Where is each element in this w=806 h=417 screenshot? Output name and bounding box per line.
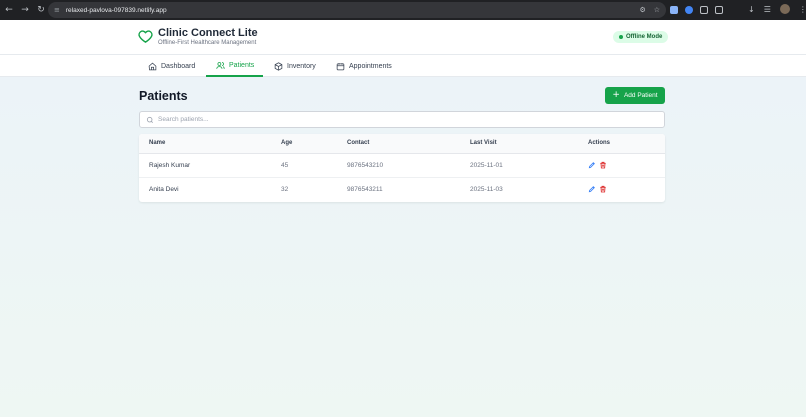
address-url[interactable]: relaxed-pavlova-097839.netlify.app bbox=[66, 7, 167, 14]
patient-age: 32 bbox=[281, 186, 289, 193]
table-row: Anita Devi 32 9876543211 2025-11-03 bbox=[139, 178, 665, 202]
column-header-actions: Actions bbox=[588, 140, 611, 146]
plus-icon: + bbox=[612, 90, 620, 100]
bookmark-star-icon[interactable]: ☆ bbox=[654, 6, 660, 14]
patients-table: Name Age Contact Last Visit Actions Raje… bbox=[139, 134, 665, 202]
edit-pencil-icon[interactable] bbox=[588, 185, 596, 193]
status-badge: Offline Mode bbox=[613, 31, 669, 43]
patient-name: Anita Devi bbox=[149, 186, 179, 193]
tab-appointments[interactable]: Appointments bbox=[336, 55, 406, 77]
patient-last-visit: 2025-11-01 bbox=[470, 162, 503, 169]
tab-dashboard[interactable]: Dashboard bbox=[148, 55, 204, 77]
patient-contact: 9876543211 bbox=[347, 186, 383, 193]
heart-icon bbox=[138, 30, 153, 43]
status-badge-label: Offline Mode bbox=[626, 34, 663, 40]
patient-last-visit: 2025-11-03 bbox=[470, 186, 503, 193]
add-patient-label: Add Patient bbox=[623, 92, 658, 99]
back-icon[interactable]: ← bbox=[3, 4, 15, 16]
calendar-icon bbox=[336, 62, 345, 70]
profile-avatar[interactable] bbox=[779, 4, 790, 14]
patient-name: Rajesh Kumar bbox=[149, 162, 191, 169]
edit-pencil-icon[interactable] bbox=[588, 161, 596, 169]
extension-icon[interactable] bbox=[670, 6, 678, 14]
password-key-icon[interactable]: ⚙ bbox=[639, 6, 645, 14]
add-patient-button[interactable]: + Add Patient bbox=[605, 87, 665, 104]
site-info-icon[interactable]: ≡ bbox=[54, 6, 60, 14]
row-actions bbox=[588, 161, 607, 169]
browser-toolbar: ← → ↻ ≡ relaxed-pavlova-097839.netlify.a… bbox=[0, 0, 806, 20]
address-bar[interactable]: ≡ relaxed-pavlova-097839.netlify.app ⚙ ☆ bbox=[48, 2, 666, 18]
patient-contact: 9876543210 bbox=[347, 162, 384, 169]
download-icon[interactable]: ↓ bbox=[748, 5, 755, 14]
column-header-contact: Contact bbox=[347, 140, 370, 146]
row-actions bbox=[588, 185, 607, 193]
table-row: Rajesh Kumar 45 9876543210 2025-11-01 bbox=[139, 154, 665, 178]
tab-inventory-label: Inventory bbox=[287, 62, 316, 70]
forward-icon[interactable]: → bbox=[19, 4, 31, 16]
reload-icon[interactable]: ↻ bbox=[35, 4, 47, 16]
side-panel-icon[interactable] bbox=[715, 6, 723, 14]
table-header: Name Age Contact Last Visit Actions bbox=[139, 134, 665, 154]
column-header-name: Name bbox=[149, 140, 166, 146]
search-icon bbox=[146, 116, 153, 123]
home-icon bbox=[148, 62, 157, 70]
tab-patients-label: Patients bbox=[229, 61, 255, 69]
app-title: Clinic Connect Lite bbox=[158, 27, 258, 39]
extension-icon[interactable] bbox=[685, 6, 693, 14]
main-content bbox=[0, 77, 806, 417]
box-icon bbox=[274, 61, 283, 71]
users-icon bbox=[216, 61, 225, 69]
search-field[interactable] bbox=[139, 111, 665, 128]
status-dot bbox=[619, 35, 623, 39]
menu-kebab-icon[interactable]: ⋮ bbox=[799, 5, 806, 14]
tab-appointments-label: Appointments bbox=[349, 62, 392, 70]
delete-trash-icon[interactable] bbox=[599, 161, 607, 169]
column-header-last-visit: Last Visit bbox=[470, 140, 497, 146]
nav-tabs: Dashboard Patients Inventory Appointment… bbox=[0, 55, 806, 77]
tab-inventory[interactable]: Inventory bbox=[274, 55, 334, 77]
page-title: Patients bbox=[139, 89, 188, 103]
patient-age: 45 bbox=[281, 162, 289, 169]
search-input[interactable] bbox=[158, 116, 638, 123]
delete-trash-icon[interactable] bbox=[599, 185, 607, 193]
tab-dashboard-label: Dashboard bbox=[161, 62, 196, 70]
tab-patients[interactable]: Patients bbox=[206, 55, 263, 77]
app-header: Clinic Connect Lite Offline-First Health… bbox=[0, 20, 806, 55]
app-subtitle: Offline-First Healthcare Management bbox=[158, 40, 257, 46]
extensions-puzzle-icon[interactable] bbox=[700, 6, 708, 14]
column-header-age: Age bbox=[281, 140, 293, 146]
translate-icon[interactable]: ☰ bbox=[764, 5, 771, 14]
